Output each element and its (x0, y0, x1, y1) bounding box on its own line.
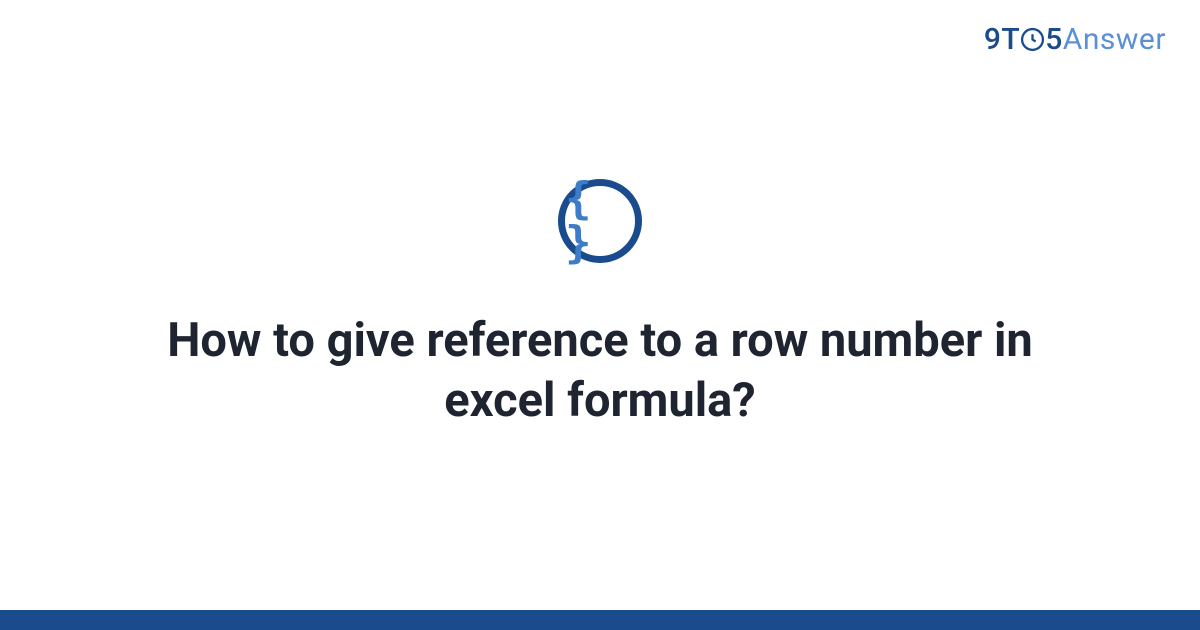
category-icon-circle: { } (558, 179, 642, 263)
code-braces-icon: { } (565, 177, 635, 265)
main-content: { } How to give reference to a row numbe… (0, 0, 1200, 610)
footer-bar (0, 610, 1200, 630)
page-title: How to give reference to a row number in… (150, 311, 1050, 431)
